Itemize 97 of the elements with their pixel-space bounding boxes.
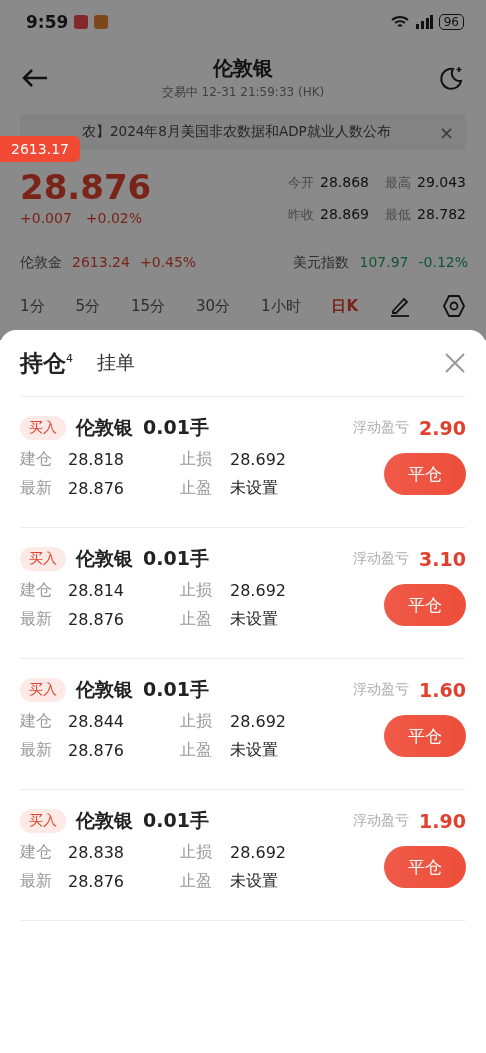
sheet-tab[interactable]: 持仓$^{4}$ (20, 347, 73, 379)
field-value: 28.876 (68, 741, 125, 760)
instrument-price: 107.97 (359, 254, 409, 272)
field-value: 未设置 (230, 740, 279, 761)
lot-size: 0.01手 (143, 546, 209, 571)
app-icon (74, 15, 89, 29)
field-value: 28.844 (68, 712, 125, 731)
close-position-button[interactable]: 平仓 (384, 846, 466, 888)
floating-price-badge[interactable]: 2613.17 (0, 136, 80, 162)
close-position-button[interactable]: 平仓 (384, 584, 466, 626)
instrument-name: 美元指数 (293, 254, 350, 272)
stat-value: 28.782 (417, 206, 466, 224)
page-title: 伦敦银 (212, 55, 274, 82)
field-label: 建仓 (20, 711, 53, 732)
field-value: 28.818 (68, 450, 125, 469)
instrument-name: 伦敦银 (76, 546, 133, 571)
field-label: 建仓 (20, 580, 53, 601)
field-value: 28.876 (68, 872, 125, 891)
wifi-icon (390, 15, 409, 29)
field-label: 建仓 (20, 449, 53, 470)
stat-label: 最低 (385, 206, 411, 224)
close-button[interactable]: × (438, 121, 454, 143)
close-position-button[interactable]: 平仓 (384, 715, 466, 757)
sheet-tab[interactable]: 挂单 (97, 350, 135, 376)
field-label: 止盈 (180, 609, 213, 630)
settings-icon[interactable] (441, 294, 466, 318)
field-label: 建仓 (20, 842, 53, 863)
field-value: 未设置 (230, 478, 279, 499)
field-value: 28.692 (230, 581, 286, 600)
timeframe-tab[interactable]: 1小时 (260, 296, 301, 316)
pencil-icon[interactable] (389, 295, 411, 317)
battery-indicator: 96 (438, 14, 464, 30)
instrument-name: 伦敦银 (76, 808, 133, 833)
field-label: 止盈 (180, 478, 213, 499)
timeframe-tab[interactable]: 日K (331, 296, 359, 316)
back-arrow-icon[interactable] (22, 68, 48, 88)
field-value: 28.838 (68, 843, 125, 862)
stat-label: 今开 (288, 174, 314, 192)
instrument-name: 伦敦银 (76, 415, 133, 440)
field-value: 未设置 (230, 871, 279, 892)
field-value: 28.876 (68, 479, 125, 498)
stat-value: 28.868 (320, 174, 369, 192)
instrument-name: 伦敦银 (76, 677, 133, 702)
pnl-label: 浮动盈亏 (353, 550, 410, 568)
trading-status: 交易中 12-31 21:59:33 (HK) (160, 84, 326, 101)
field-label: 止损 (180, 711, 213, 732)
stat-value: 28.869 (320, 206, 369, 224)
field-value: 28.876 (68, 610, 125, 629)
field-value: 未设置 (230, 609, 279, 630)
price-change-percent: +0.02% (85, 210, 143, 226)
instrument-name: 伦敦金 (20, 254, 62, 272)
field-label: 止损 (180, 580, 213, 601)
pnl-value: 1.90 (419, 810, 466, 832)
field-label: 最新 (20, 478, 53, 499)
pnl-value: 3.10 (419, 548, 466, 570)
lot-size: 0.01手 (143, 415, 209, 440)
buy-tag: 买入 (20, 416, 66, 440)
lot-size: 0.01手 (143, 677, 209, 702)
field-label: 止损 (180, 842, 213, 863)
buy-tag: 买入 (20, 547, 66, 571)
pnl-label: 浮动盈亏 (353, 419, 410, 437)
timeframe-tab[interactable]: 30分 (195, 296, 231, 316)
pnl-value: 1.60 (419, 679, 466, 701)
timeframe-tab[interactable]: 1分 (20, 296, 45, 316)
field-label: 最新 (20, 871, 53, 892)
close-icon[interactable] (444, 352, 466, 374)
buy-tag: 买入 (20, 678, 66, 702)
instrument-change: -0.12% (418, 254, 468, 272)
field-label: 止盈 (180, 740, 213, 761)
moon-icon[interactable] (438, 65, 464, 91)
news-headline: 农】2024年8月美国非农数据和ADP就业人数公布 (82, 123, 392, 141)
stat-label: 昨收 (288, 206, 314, 224)
field-value: 28.692 (230, 712, 286, 731)
stat-value: 29.043 (417, 174, 466, 192)
field-label: 最新 (20, 609, 53, 630)
app-icon (94, 15, 109, 29)
buy-tag: 买入 (20, 809, 66, 833)
lot-size: 0.01手 (143, 808, 209, 833)
pnl-label: 浮动盈亏 (353, 812, 410, 830)
status-time: 9:59 (26, 12, 69, 32)
stat-label: 最高 (385, 174, 411, 192)
pnl-value: 2.90 (419, 417, 466, 439)
timeframe-tab[interactable]: 15分 (130, 296, 166, 316)
pnl-label: 浮动盈亏 (353, 681, 410, 699)
instrument-change: +0.45% (139, 254, 197, 272)
timeframe-tab[interactable]: 5分 (75, 296, 100, 316)
close-position-button[interactable]: 平仓 (384, 453, 466, 495)
field-value: 28.692 (230, 450, 286, 469)
instrument-price: 2613.24 (72, 254, 130, 272)
field-value: 28.692 (230, 843, 286, 862)
field-label: 止盈 (180, 871, 213, 892)
signal-icon (414, 15, 433, 29)
field-label: 止损 (180, 449, 213, 470)
price-change: +0.007 (20, 210, 72, 226)
field-label: 最新 (20, 740, 53, 761)
current-price: 28.876 (20, 168, 153, 206)
field-value: 28.814 (68, 581, 125, 600)
